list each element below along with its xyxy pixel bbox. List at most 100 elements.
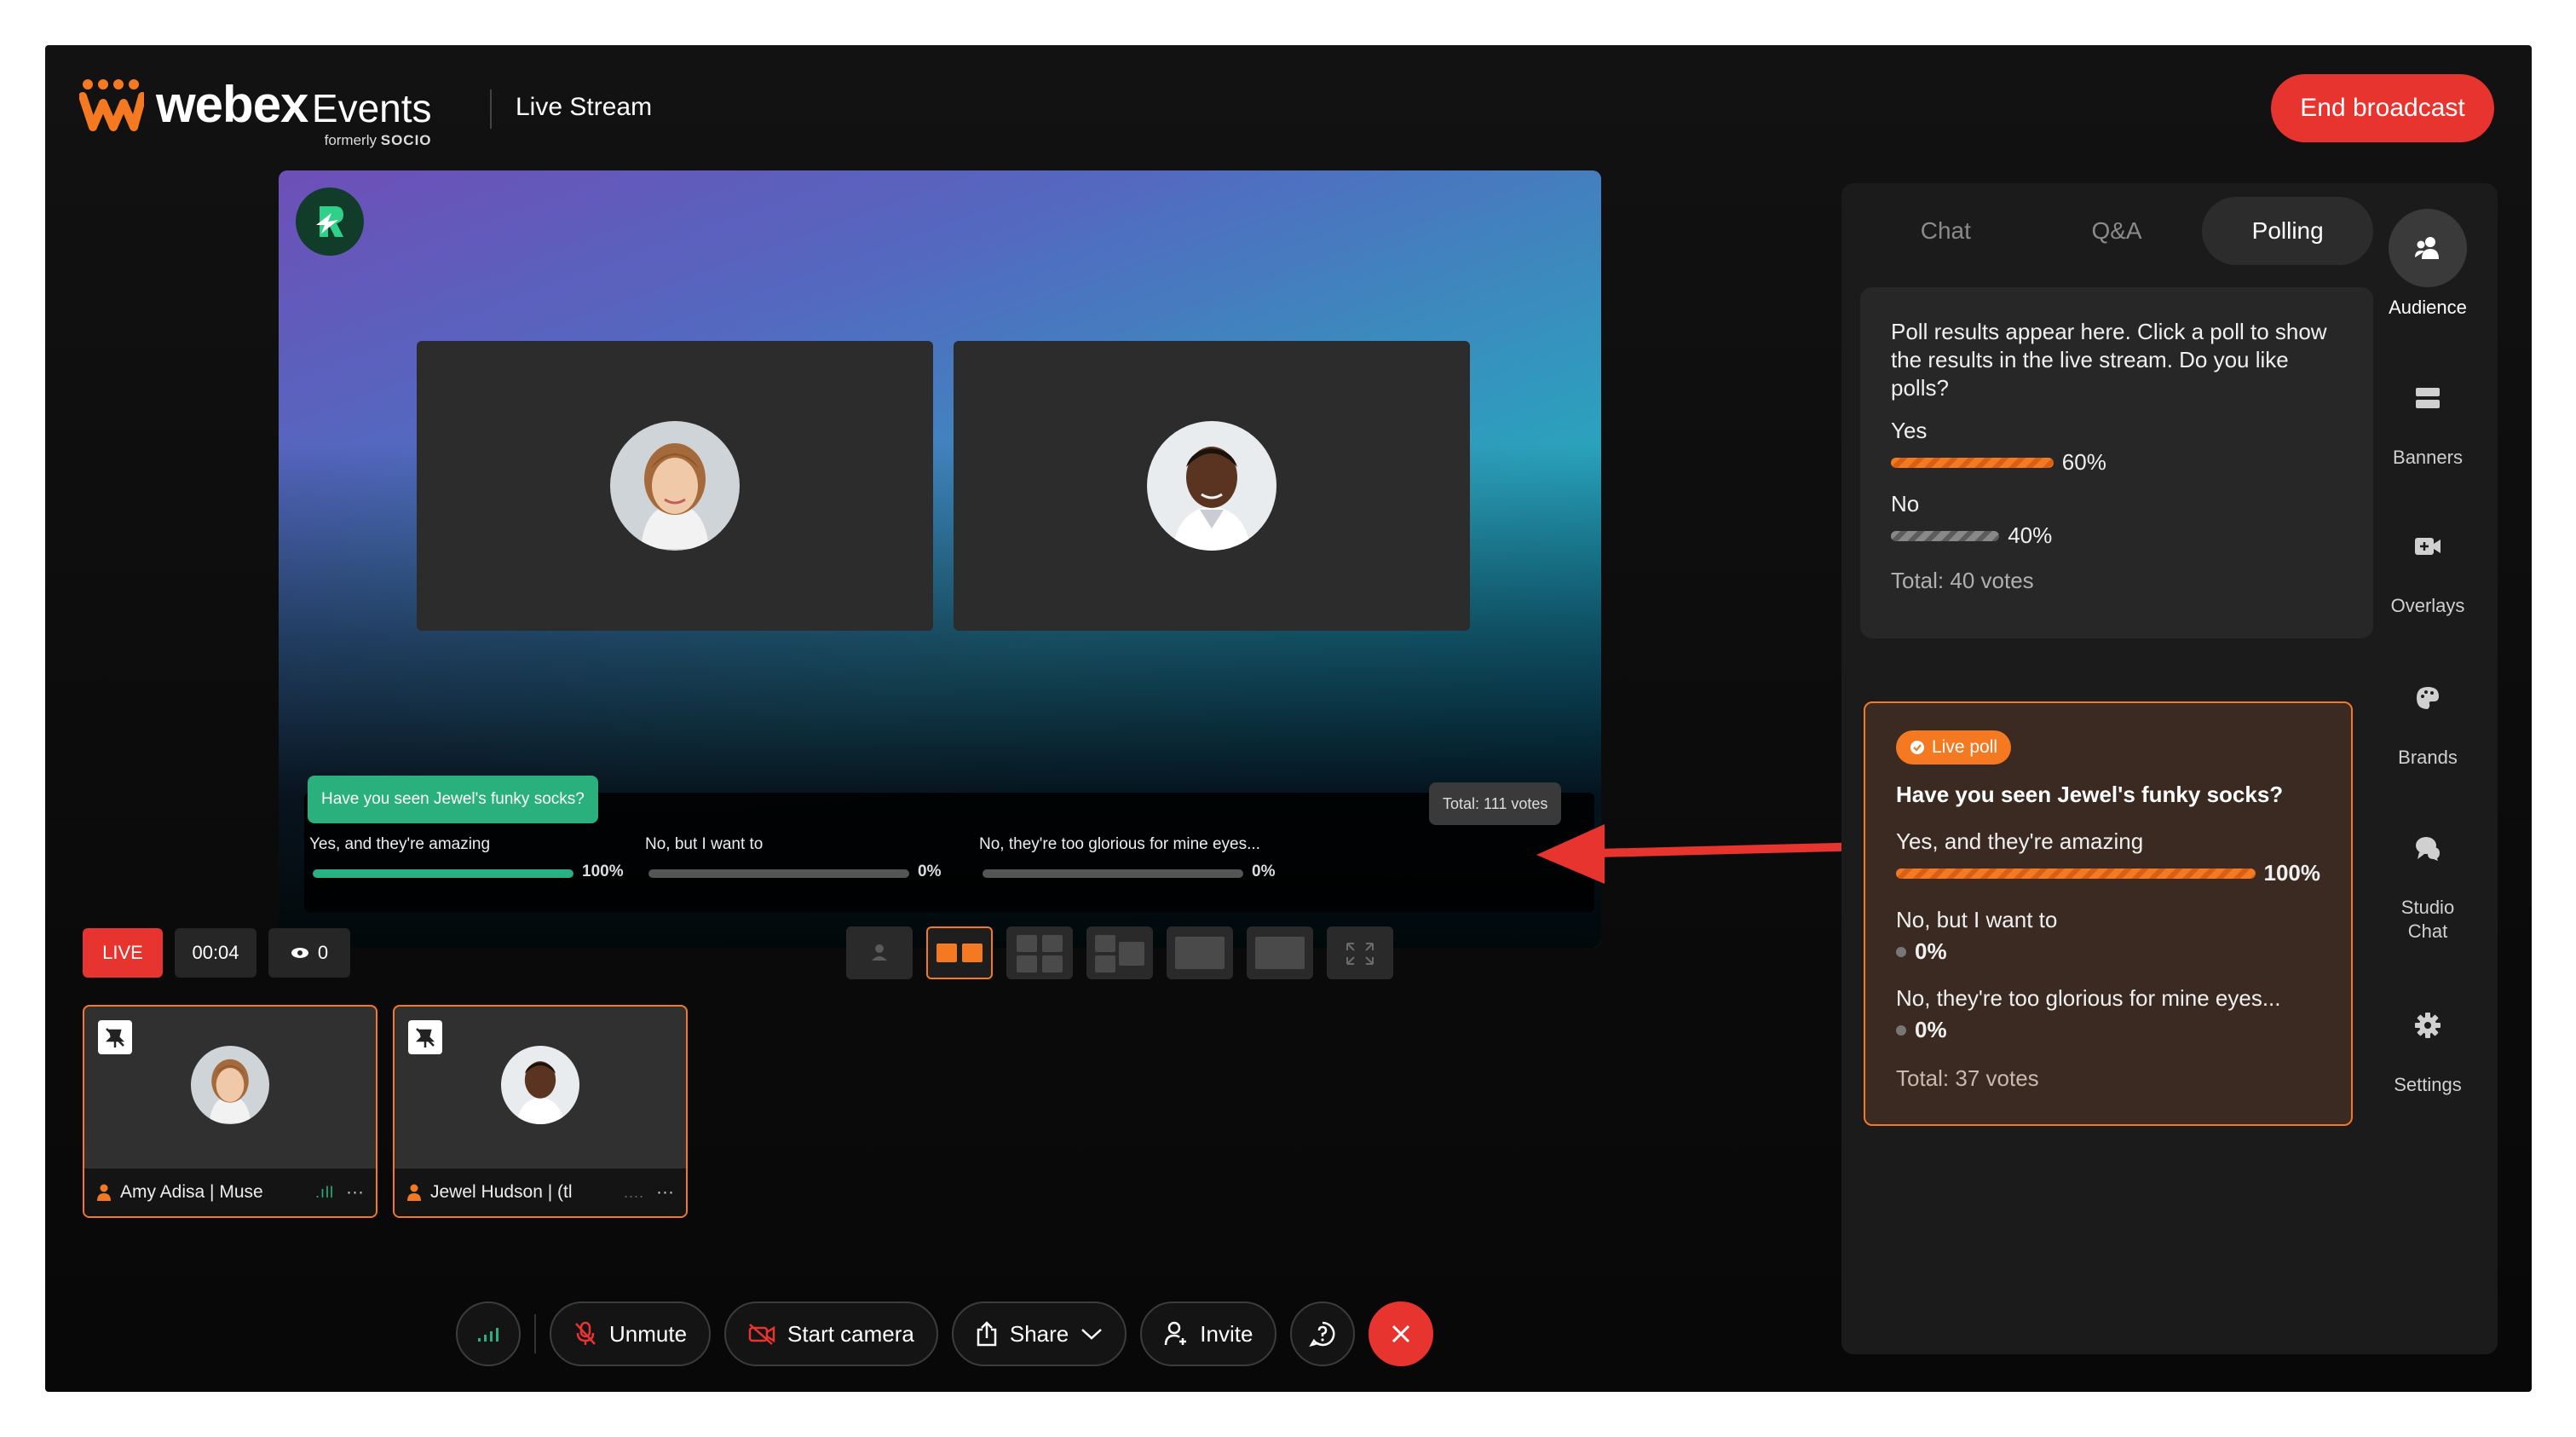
option-label: No, they're too glorious for mine eyes..… xyxy=(979,835,1260,853)
option-percent: 0% xyxy=(918,863,942,880)
option-bar xyxy=(1891,457,2054,468)
option-percent: 60% xyxy=(2061,449,2106,475)
invite-button[interactable]: Invite xyxy=(1140,1301,1277,1366)
help-button[interactable] xyxy=(1290,1301,1356,1366)
app-window: webex Events formerly SOCIO Live Stream … xyxy=(45,45,2532,1392)
avatar xyxy=(1147,421,1276,551)
chevron-down-icon xyxy=(1081,1329,1103,1340)
add-person-icon xyxy=(1165,1321,1187,1346)
option-label: No, but I want to xyxy=(645,835,764,853)
poll-total: Total: 40 votes xyxy=(1891,568,2034,593)
stage-video-tile-amy[interactable] xyxy=(417,341,933,631)
option-label: Yes, and they're amazing xyxy=(309,835,491,853)
layout-grid-icon[interactable] xyxy=(1006,926,1073,979)
nav-studio-chat[interactable]: Studio Chat xyxy=(2380,809,2475,944)
avatar xyxy=(610,421,740,551)
check-circle-icon xyxy=(1910,741,1924,754)
brand-name: webex xyxy=(156,75,308,133)
panel-tabs: Chat Q&A Polling xyxy=(1860,197,2374,265)
tab-chat[interactable]: Chat xyxy=(1860,197,2031,265)
more-options-icon[interactable]: ··· xyxy=(346,1182,364,1203)
option-bar-fill xyxy=(313,869,573,878)
nav-banners[interactable]: Banners xyxy=(2380,359,2475,470)
webex-logo-icon xyxy=(78,78,147,132)
nav-brands-label: Brands xyxy=(2398,747,2458,768)
layout-screen-icon[interactable] xyxy=(1247,926,1313,979)
signal-strength-icon: .... xyxy=(624,1183,645,1201)
stage-poll-question: Have you seen Jewel's funky socks? xyxy=(308,776,598,823)
participant-tile-jewel[interactable]: Jewel Hudson | (tl .... ··· xyxy=(393,1005,688,1218)
stage-video-tile-jewel[interactable] xyxy=(954,341,1470,631)
layout-spotlight-icon[interactable] xyxy=(1167,926,1233,979)
end-broadcast-button[interactable]: End broadcast xyxy=(2271,74,2494,142)
option-label: No xyxy=(1891,491,1920,517)
layout-stacked-icon[interactable] xyxy=(1086,926,1153,979)
fullscreen-icon[interactable] xyxy=(1327,926,1393,979)
nav-audience[interactable]: Audience xyxy=(2380,209,2475,320)
option-label: No, they're too glorious for mine eyes..… xyxy=(1896,985,2281,1011)
nav-overlays-label: Overlays xyxy=(2390,595,2465,616)
participant-name-row: Jewel Hudson | (tl .... ··· xyxy=(395,1169,686,1216)
broadcast-timer: 00:04 xyxy=(175,928,256,978)
stage-poll-option: No, they're too glorious for mine eyes..… xyxy=(979,835,1303,880)
more-options-icon[interactable]: ··· xyxy=(656,1182,674,1203)
tab-polling[interactable]: Polling xyxy=(2202,197,2374,265)
poll-card[interactable]: Poll results appear here. Click a poll t… xyxy=(1860,287,2373,638)
poll-description: Poll results appear here. Click a poll t… xyxy=(1891,319,2327,401)
share-icon xyxy=(977,1321,997,1347)
studio-chat-icon xyxy=(2389,809,2467,887)
annotation-arrow-icon xyxy=(1536,824,1873,884)
formerly-text: formerly xyxy=(324,131,377,148)
help-icon xyxy=(1309,1321,1335,1348)
participant-name: Jewel Hudson | (tl xyxy=(430,1182,573,1202)
tab-qa[interactable]: Q&A xyxy=(2031,197,2203,265)
avatar xyxy=(191,1046,269,1124)
option-bar xyxy=(1896,1024,1906,1036)
nav-banners-label: Banners xyxy=(2393,447,2463,468)
pin-icon[interactable] xyxy=(408,1020,442,1054)
poll-option: No 40% xyxy=(1891,491,2343,549)
share-button[interactable]: Share xyxy=(951,1301,1127,1366)
leave-button[interactable] xyxy=(1369,1301,1434,1366)
layout-selector xyxy=(846,926,1393,979)
layout-side-by-side-icon[interactable] xyxy=(926,926,993,979)
option-percent: 100% xyxy=(582,863,624,880)
participant-name-row: Amy Adisa | Muse .ıll ··· xyxy=(84,1169,376,1216)
broadcast-stage: Have you seen Jewel's funky socks? Total… xyxy=(279,170,1601,948)
viewer-count-value: 0 xyxy=(317,942,329,963)
nav-settings[interactable]: Settings xyxy=(2380,986,2475,1097)
unmute-button[interactable]: Unmute xyxy=(550,1301,712,1366)
mic-muted-icon xyxy=(575,1321,596,1345)
invite-label: Invite xyxy=(1200,1320,1253,1347)
network-signal-button[interactable] xyxy=(456,1301,521,1366)
participant-tile-amy[interactable]: Amy Adisa | Muse .ıll ··· xyxy=(83,1005,377,1218)
layout-single-icon[interactable] xyxy=(846,926,913,979)
pin-icon[interactable] xyxy=(98,1020,132,1054)
nav-overlays[interactable]: Overlays xyxy=(2380,507,2475,618)
live-poll-total: Total: 37 votes xyxy=(1896,1065,2039,1091)
poll-option: Yes 60% xyxy=(1891,418,2343,476)
poll-option: No, but I want to 0% xyxy=(1896,907,2320,965)
start-camera-button[interactable]: Start camera xyxy=(724,1301,938,1366)
option-bar xyxy=(1896,946,1906,957)
palette-icon xyxy=(2389,659,2467,737)
formerly-brand: SOCIO xyxy=(380,131,432,148)
option-bar xyxy=(1891,530,2000,541)
meeting-controls: Unmute Start camera Share Invite xyxy=(456,1301,1434,1366)
banners-icon xyxy=(2389,359,2467,437)
option-label: Yes, and they're amazing xyxy=(1896,828,2144,854)
overlays-icon xyxy=(2389,507,2467,586)
option-bar xyxy=(983,869,1243,878)
formerly-label: formerly SOCIO xyxy=(325,132,432,149)
option-bar xyxy=(1896,868,2256,879)
option-percent: 40% xyxy=(2008,522,2053,548)
gear-icon xyxy=(2389,986,2467,1065)
stage-poll-option: No, but I want to 0% xyxy=(645,835,969,880)
nav-brands[interactable]: Brands xyxy=(2380,659,2475,770)
nav-audience-label: Audience xyxy=(2389,297,2467,318)
live-poll-card[interactable]: Live poll Have you seen Jewel's funky so… xyxy=(1864,701,2353,1126)
option-bar xyxy=(648,869,909,878)
start-camera-label: Start camera xyxy=(787,1320,914,1347)
live-badge: LIVE xyxy=(83,928,163,978)
option-percent: 0% xyxy=(1915,1017,1947,1042)
